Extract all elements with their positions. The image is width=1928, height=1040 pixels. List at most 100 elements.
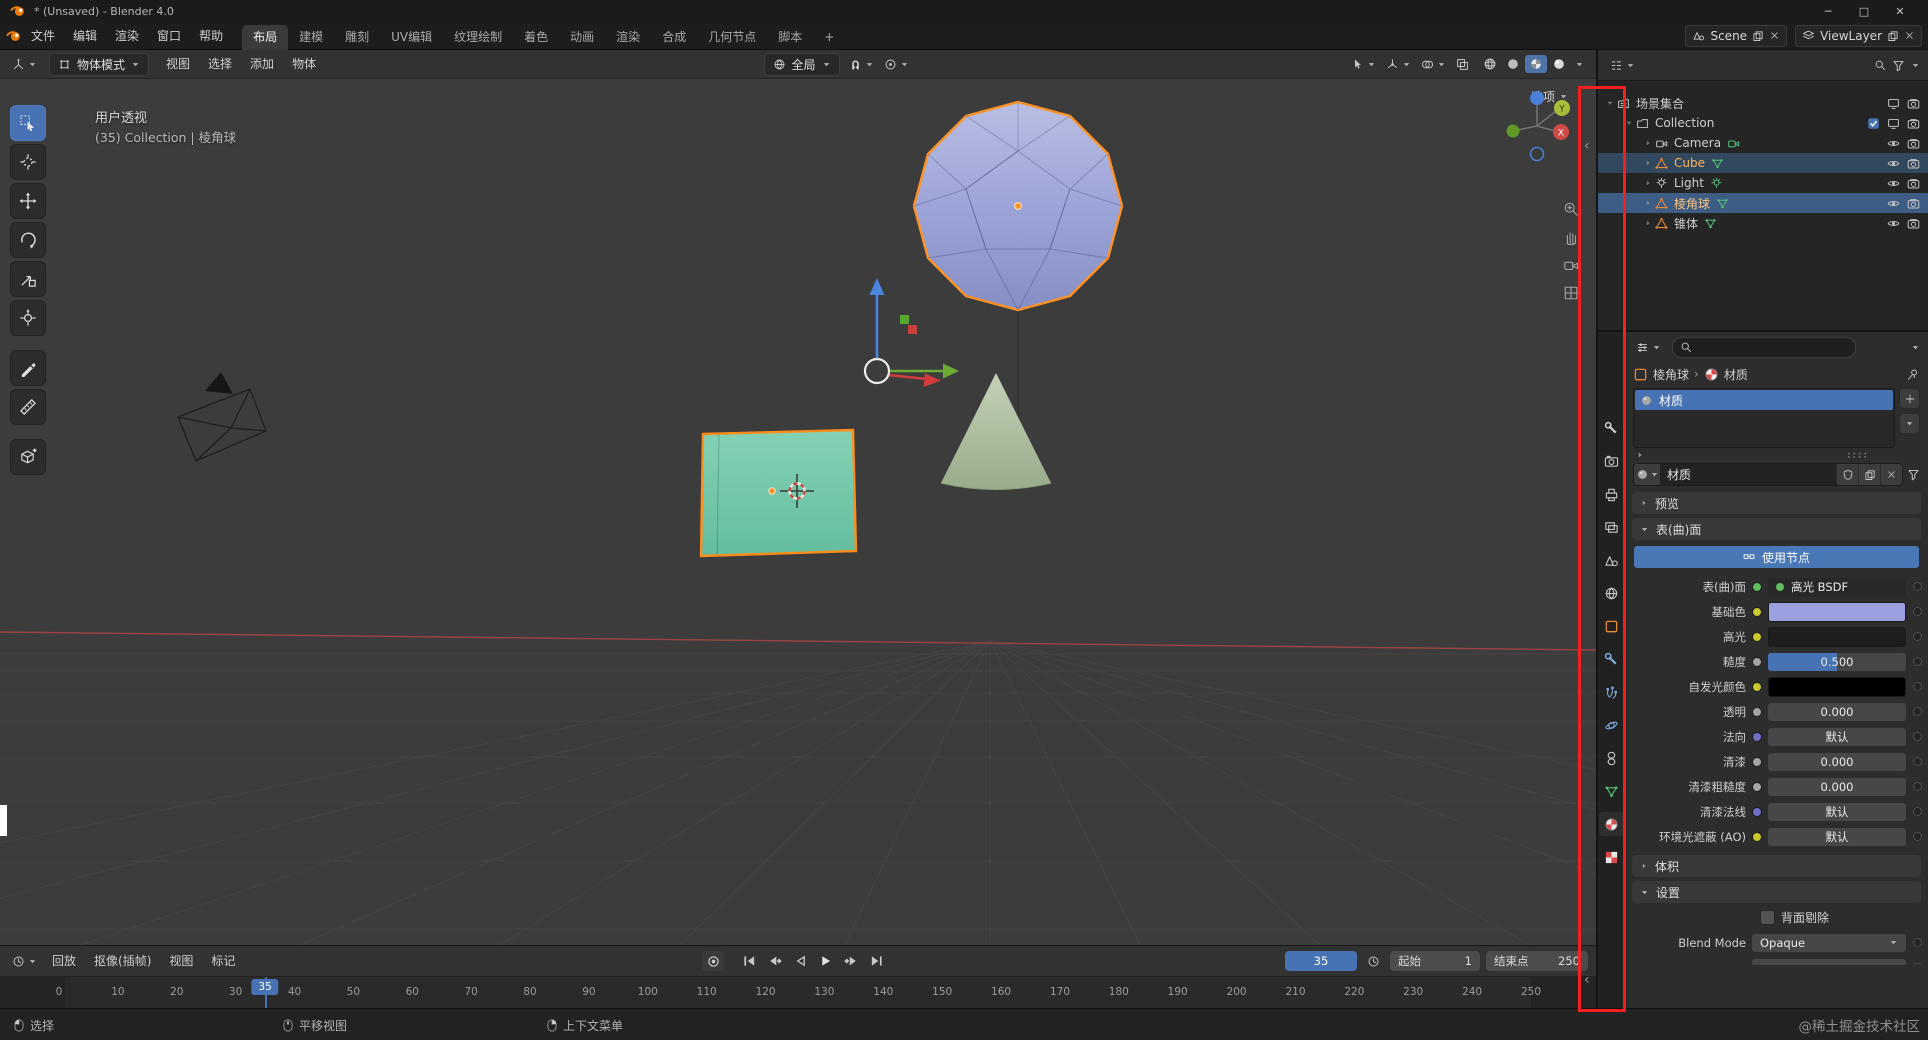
outliner-search-icon[interactable] [1874,59,1886,71]
hide-eye-icon[interactable] [1887,157,1900,170]
expand-icon[interactable] [1644,179,1652,187]
render-camera-icon[interactable] [1907,177,1920,190]
decorator-dot[interactable] [1913,832,1922,841]
axis-z-ball[interactable] [1530,91,1544,105]
timeline-menu[interactable]: 回放 [43,948,85,974]
backface-culling-checkbox[interactable] [1760,910,1775,925]
camera-view-icon[interactable] [1563,257,1579,273]
outliner-row[interactable]: Light [1598,173,1928,193]
breadcrumb-data[interactable]: 材质 [1724,366,1748,383]
decorator-dot[interactable] [1913,582,1922,591]
render-camera-icon[interactable] [1907,217,1920,230]
expand-icon[interactable] [1644,219,1652,227]
workspace-tab[interactable]: 合成 [651,25,697,50]
selectability-dropdown[interactable] [1348,56,1380,72]
play-reverse-button[interactable] [792,953,809,969]
maximize-button[interactable]: □ [1846,5,1882,18]
material-name-field[interactable]: 材质 [1660,464,1836,485]
overlays-dropdown[interactable] [1417,56,1450,73]
shader-select[interactable]: 高光 BSDF [1768,577,1906,596]
tool-cursor[interactable] [10,144,46,180]
workspace-tab[interactable]: 雕刻 [334,25,380,50]
menubar-menu[interactable]: 文件 [22,23,64,49]
value-slider[interactable]: 0.000 [1768,752,1906,771]
color-swatch[interactable] [1768,676,1906,697]
proportional-edit-button[interactable] [880,56,913,73]
expand-icon[interactable] [1625,119,1633,127]
hide-eye-icon[interactable] [1887,197,1900,210]
decorator-dot[interactable] [1913,938,1922,947]
move-gizmo[interactable] [863,278,959,387]
pin-icon[interactable] [1906,368,1919,381]
hide-eye-icon[interactable] [1887,217,1900,230]
outliner-row[interactable]: Camera [1598,133,1928,153]
menubar-menu[interactable]: 编辑 [64,23,106,49]
workspace-tab[interactable]: 着色 [513,25,559,50]
workspace-tab[interactable]: 布局 [242,24,289,50]
value-field[interactable]: 默认 [1768,827,1906,846]
timeline-menu[interactable]: 标记 [202,948,244,974]
expand-icon[interactable] [1644,139,1652,147]
decorator-dot[interactable] [1913,607,1922,616]
color-swatch[interactable] [1768,601,1906,622]
panel-surface[interactable]: 表(曲)面 [1632,518,1921,540]
exclude-checkbox[interactable] [1867,117,1880,130]
decorator-dot[interactable] [1913,732,1922,741]
shading-solid-button[interactable] [1502,55,1524,73]
color-swatch[interactable] [1768,626,1906,647]
outliner-row[interactable]: Collection [1598,113,1928,133]
hide-eye-icon[interactable] [1887,137,1900,150]
decorator-dot[interactable] [1913,682,1922,691]
timeline-menu[interactable]: 抠像(插帧) [85,948,160,974]
tool-add-cube[interactable] [10,439,46,475]
new-scene-icon[interactable] [1752,30,1764,42]
value-slider[interactable]: 0.000 [1768,702,1906,721]
tool-transform[interactable] [10,300,46,336]
shading-dropdown-icon[interactable] [1571,55,1588,73]
timeline-editor-button[interactable] [8,953,41,970]
workspace-tab[interactable]: 几何节点 [697,25,767,50]
outliner-filter-icon[interactable] [1892,59,1905,72]
tool-annotate[interactable] [10,350,46,386]
workspace-tab[interactable]: 动画 [559,25,605,50]
shading-rendered-button[interactable] [1548,55,1570,73]
add-workspace-button[interactable]: + [813,25,845,50]
shading-wireframe-button[interactable] [1479,55,1501,73]
editor-type-button[interactable] [8,56,41,73]
new-viewlayer-icon[interactable] [1887,30,1899,42]
workspace-tab[interactable]: 脚本 [767,25,813,50]
toggle-ortho-icon[interactable] [1563,285,1579,301]
copy-material-icon[interactable] [1858,464,1880,485]
viewport-canvas[interactable]: 用户透视 (35) Collection | 棱角球 选项 X [0,79,1596,945]
properties-search-input[interactable] [1672,336,1856,358]
tool-tweak-select[interactable] [10,105,46,141]
scene-selector[interactable]: Scene [1685,24,1788,47]
timeline-menu[interactable]: 视图 [160,948,202,974]
use-preview-range-button[interactable] [1363,953,1384,970]
render-camera-icon[interactable] [1907,137,1920,150]
outliner-row[interactable]: 锥体 [1598,213,1928,233]
decorator-dot[interactable] [1913,807,1922,816]
outliner-row[interactable]: 场景集合 [1598,93,1928,113]
use-nodes-button[interactable]: 使用节点 [1634,546,1919,568]
blend-mode-dropdown[interactable]: Opaque [1752,933,1906,952]
tool-rotate[interactable] [10,222,46,258]
expand-icon[interactable] [1636,451,1644,459]
frame-start-field[interactable]: 起始 1 [1390,951,1480,971]
frame-end-field[interactable]: 结束点 250 [1486,951,1588,971]
axis-neg-z-ball[interactable] [1529,146,1545,162]
decorator-dot[interactable] [1913,657,1922,666]
close-button[interactable]: ✕ [1882,5,1918,18]
snap-button[interactable] [845,56,878,73]
breadcrumb-object[interactable]: 棱角球 [1653,366,1689,383]
viewport-menu[interactable]: 物体 [283,51,325,77]
cube-object[interactable] [699,428,858,558]
remove-viewlayer-icon[interactable] [1904,30,1915,41]
decorator-dot[interactable] [1913,707,1922,716]
outliner-row[interactable]: 棱角球 [1598,193,1928,213]
collapse-region-icon[interactable]: ‹ [1584,138,1590,154]
fake-user-shield-icon[interactable] [1836,464,1858,485]
jump-to-start-button[interactable] [741,953,758,969]
orientation-dropdown[interactable]: 全局 [763,52,840,76]
shading-material-button[interactable] [1525,55,1547,73]
